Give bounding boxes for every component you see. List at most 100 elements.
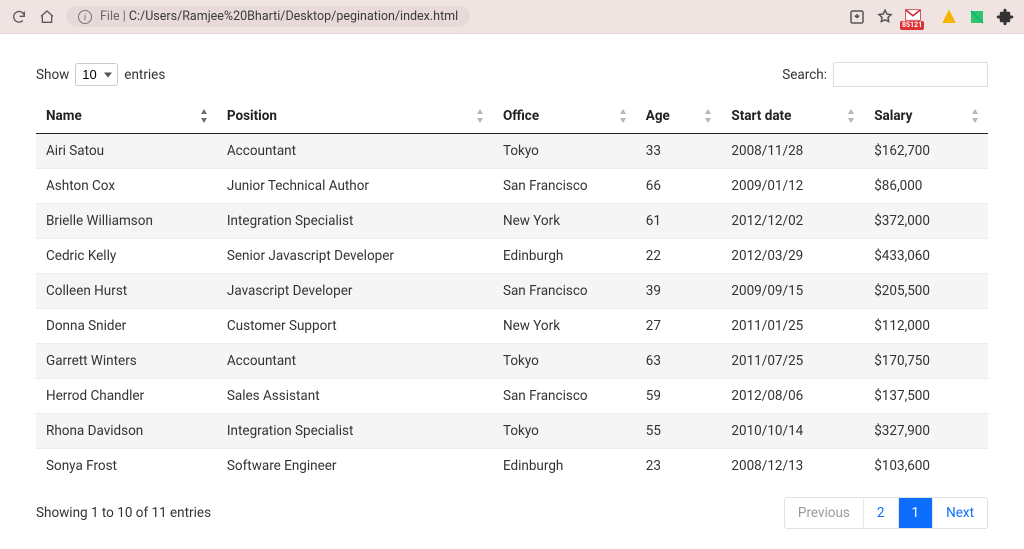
cell-age: 55	[636, 414, 722, 449]
cell-salary: $170,750	[864, 344, 988, 379]
col-startdate[interactable]: Start date	[721, 99, 864, 134]
cell-position: Customer Support	[217, 309, 493, 344]
cell-start: 2011/07/25	[721, 344, 864, 379]
cell-office: San Francisco	[493, 274, 636, 309]
col-salary[interactable]: Salary	[864, 99, 988, 134]
col-name[interactable]: Name	[36, 99, 217, 134]
cell-name: Herrod Chandler	[36, 379, 217, 414]
cell-office: San Francisco	[493, 169, 636, 204]
cell-name: Sonya Frost	[36, 449, 217, 484]
cell-position: Junior Technical Author	[217, 169, 493, 204]
cell-office: San Francisco	[493, 379, 636, 414]
cell-position: Sales Assistant	[217, 379, 493, 414]
cell-name: Garrett Winters	[36, 344, 217, 379]
cell-salary: $112,000	[864, 309, 988, 344]
cell-name: Cedric Kelly	[36, 239, 217, 274]
cell-salary: $205,500	[864, 274, 988, 309]
sort-icon	[703, 109, 713, 123]
page-content: Show 10 entries Search: Name Position Of…	[0, 34, 1024, 549]
cell-name: Brielle Williamson	[36, 204, 217, 239]
cell-position: Integration Specialist	[217, 414, 493, 449]
cell-office: Tokyo	[493, 414, 636, 449]
cell-office: Edinburgh	[493, 449, 636, 484]
bell-icon[interactable]	[940, 8, 958, 26]
cell-salary: $327,900	[864, 414, 988, 449]
cell-position: Software Engineer	[217, 449, 493, 484]
table-row: Airi SatouAccountantTokyo332008/11/28$16…	[36, 134, 988, 169]
col-age[interactable]: Age	[636, 99, 722, 134]
cell-start: 2012/12/02	[721, 204, 864, 239]
install-icon[interactable]	[848, 8, 866, 26]
site-info-icon[interactable]: i	[78, 10, 92, 24]
cell-age: 59	[636, 379, 722, 414]
pager-next[interactable]: Next	[932, 498, 987, 528]
browser-toolbar: i File | C:/Users/Ramjee%20Bharti/Deskto…	[0, 0, 1024, 34]
table-row: Brielle WilliamsonIntegration Specialist…	[36, 204, 988, 239]
sort-icon	[970, 109, 980, 123]
cell-start: 2010/10/14	[721, 414, 864, 449]
cell-position: Accountant	[217, 344, 493, 379]
table-row: Garrett WintersAccountantTokyo632011/07/…	[36, 344, 988, 379]
search-control: Search:	[782, 62, 988, 87]
gmail-badge-count: 85121	[900, 21, 924, 30]
cell-position: Javascript Developer	[217, 274, 493, 309]
table-header-row: Name Position Office Age Start date Sala…	[36, 99, 988, 134]
cell-office: New York	[493, 309, 636, 344]
table-row: Cedric KellySenior Javascript DeveloperE…	[36, 239, 988, 274]
table-row: Donna SniderCustomer SupportNew York2720…	[36, 309, 988, 344]
show-label: Show	[36, 67, 69, 83]
toolbar-right-icons: 85121	[848, 8, 1014, 26]
cell-age: 27	[636, 309, 722, 344]
data-table: Name Position Office Age Start date Sala…	[36, 99, 988, 483]
cell-salary: $103,600	[864, 449, 988, 484]
col-position[interactable]: Position	[217, 99, 493, 134]
kite-extension-icon[interactable]	[968, 8, 986, 26]
pager-page-1[interactable]: 1	[898, 498, 933, 528]
cell-office: Tokyo	[493, 344, 636, 379]
cell-position: Accountant	[217, 134, 493, 169]
col-office[interactable]: Office	[493, 99, 636, 134]
address-bar[interactable]: i File | C:/Users/Ramjee%20Bharti/Deskto…	[66, 6, 470, 27]
entries-label: entries	[124, 67, 165, 83]
cell-salary: $137,500	[864, 379, 988, 414]
cell-age: 66	[636, 169, 722, 204]
url-text: File | C:/Users/Ramjee%20Bharti/Desktop/…	[100, 9, 458, 24]
cell-office: Edinburgh	[493, 239, 636, 274]
table-row: Rhona DavidsonIntegration SpecialistToky…	[36, 414, 988, 449]
sort-icon	[618, 109, 628, 123]
cell-age: 63	[636, 344, 722, 379]
cell-salary: $372,000	[864, 204, 988, 239]
pager-page-2[interactable]: 2	[863, 498, 898, 528]
entries-select[interactable]: 10	[75, 63, 118, 86]
cell-name: Donna Snider	[36, 309, 217, 344]
sort-icon	[199, 109, 209, 123]
pager-previous[interactable]: Previous	[785, 498, 863, 528]
cell-name: Airi Satou	[36, 134, 217, 169]
search-label: Search:	[782, 67, 827, 83]
length-control: Show 10 entries	[36, 63, 165, 86]
bookmark-star-icon[interactable]	[876, 8, 894, 26]
cell-position: Integration Specialist	[217, 204, 493, 239]
cell-office: Tokyo	[493, 134, 636, 169]
cell-name: Ashton Cox	[36, 169, 217, 204]
cell-salary: $162,700	[864, 134, 988, 169]
extensions-puzzle-icon[interactable]	[996, 8, 1014, 26]
table-row: Sonya FrostSoftware EngineerEdinburgh232…	[36, 449, 988, 484]
table-row: Ashton CoxJunior Technical AuthorSan Fra…	[36, 169, 988, 204]
cell-age: 33	[636, 134, 722, 169]
home-button[interactable]	[38, 8, 56, 26]
cell-start: 2008/11/28	[721, 134, 864, 169]
cell-start: 2009/09/15	[721, 274, 864, 309]
cell-start: 2012/08/06	[721, 379, 864, 414]
table-info: Showing 1 to 10 of 11 entries	[36, 505, 211, 521]
reload-button[interactable]	[10, 8, 28, 26]
cell-age: 61	[636, 204, 722, 239]
cell-start: 2008/12/13	[721, 449, 864, 484]
search-input[interactable]	[833, 62, 988, 87]
cell-age: 39	[636, 274, 722, 309]
cell-start: 2012/03/29	[721, 239, 864, 274]
sort-icon	[475, 109, 485, 123]
pagination: Previous 21Next	[784, 497, 988, 529]
gmail-extension-icon[interactable]: 85121	[904, 8, 930, 26]
cell-start: 2009/01/12	[721, 169, 864, 204]
